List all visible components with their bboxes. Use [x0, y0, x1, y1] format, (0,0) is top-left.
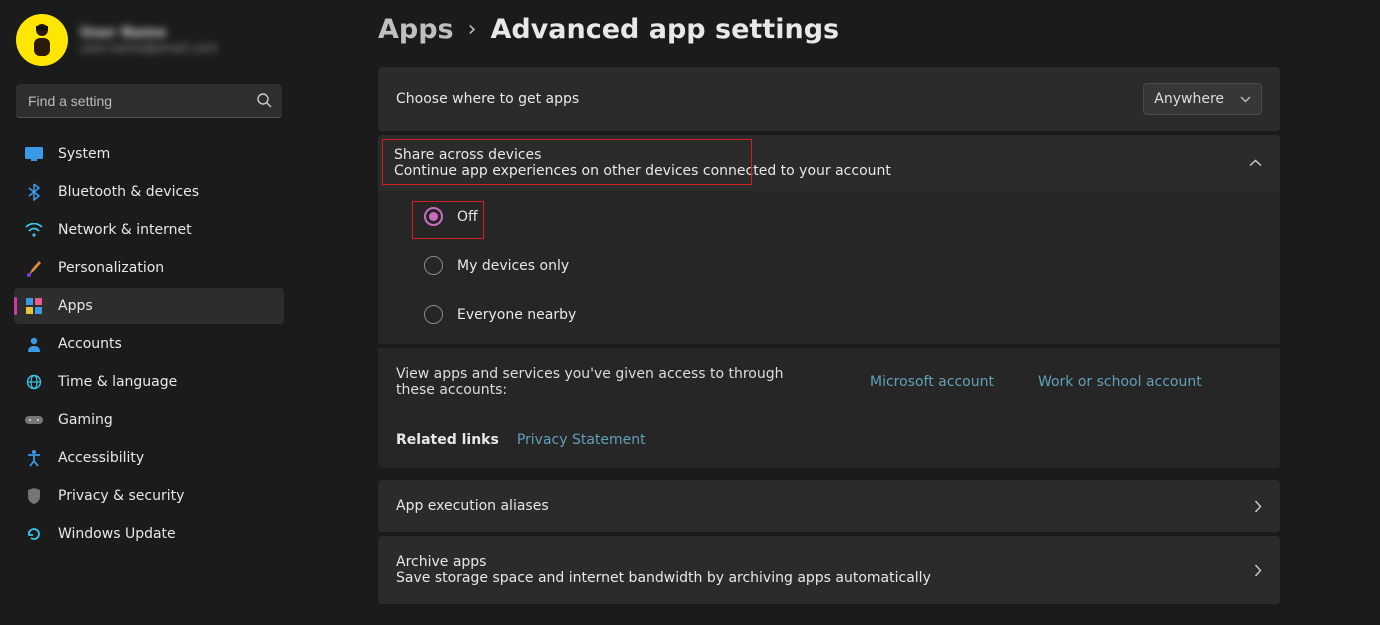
wifi-icon	[24, 223, 44, 237]
get-apps-selected: Anywhere	[1154, 91, 1224, 107]
get-apps-title: Choose where to get apps	[396, 91, 579, 107]
chevron-right-icon	[1254, 564, 1262, 577]
sidebar-item-label: System	[58, 146, 110, 162]
search-icon[interactable]	[256, 92, 272, 108]
main-content: Apps › Advanced app settings Choose wher…	[300, 0, 1380, 625]
sidebar-item-gaming[interactable]: Gaming	[14, 402, 284, 438]
profile-name: User Name	[80, 25, 217, 41]
archive-apps-row[interactable]: Archive apps Save storage space and inte…	[378, 536, 1280, 604]
sidebar-item-apps[interactable]: Apps	[14, 288, 284, 324]
accessibility-icon	[24, 449, 44, 467]
share-devices-header[interactable]: Share across devices Continue app experi…	[378, 135, 1280, 191]
chevron-up-icon	[1249, 159, 1262, 167]
radio-label: Everyone nearby	[457, 307, 576, 323]
profile-email: user.name@email.com	[80, 41, 217, 55]
apps-icon	[24, 298, 44, 314]
system-icon	[24, 147, 44, 161]
breadcrumb-parent[interactable]: Apps	[378, 14, 454, 45]
search-container	[16, 84, 282, 118]
sidebar-item-label: Privacy & security	[58, 488, 184, 504]
sidebar-item-bluetooth[interactable]: Bluetooth & devices	[14, 174, 284, 210]
profile-text: User Name user.name@email.com	[80, 25, 217, 55]
sidebar-item-label: Network & internet	[58, 222, 192, 238]
access-accounts-row: View apps and services you've given acce…	[378, 348, 1280, 416]
access-label: View apps and services you've given acce…	[396, 366, 826, 398]
update-icon	[24, 526, 44, 542]
radio-option-off[interactable]: Off	[424, 205, 1280, 228]
avatar	[16, 14, 68, 66]
privacy-statement-link[interactable]: Privacy Statement	[517, 432, 646, 448]
archive-apps-subtitle: Save storage space and internet bandwidt…	[396, 570, 931, 586]
globe-icon	[24, 374, 44, 390]
shield-icon	[24, 488, 44, 504]
work-school-account-link[interactable]: Work or school account	[1038, 374, 1202, 390]
brush-icon	[24, 259, 44, 277]
get-apps-dropdown[interactable]: Anywhere	[1143, 83, 1262, 115]
radio-label: My devices only	[457, 258, 569, 274]
get-apps-panel: Choose where to get apps Anywhere	[378, 67, 1280, 131]
app-execution-aliases-row[interactable]: App execution aliases	[378, 480, 1280, 532]
breadcrumb: Apps › Advanced app settings	[378, 14, 1280, 45]
radio-icon	[424, 305, 443, 324]
archive-apps-title: Archive apps	[396, 554, 931, 570]
radio-label: Off	[457, 209, 478, 225]
radio-icon	[424, 207, 443, 226]
sidebar-item-time-language[interactable]: Time & language	[14, 364, 284, 400]
related-links-title: Related links	[396, 432, 499, 448]
bluetooth-icon	[24, 183, 44, 201]
app-execution-aliases-panel: App execution aliases	[378, 480, 1280, 532]
sidebar-item-privacy[interactable]: Privacy & security	[14, 478, 284, 514]
person-icon	[24, 336, 44, 352]
gaming-icon	[24, 414, 44, 426]
sidebar-item-label: Windows Update	[58, 526, 176, 542]
chevron-right-icon	[1254, 500, 1262, 513]
share-devices-panel: Share across devices Continue app experi…	[378, 135, 1280, 344]
share-devices-subtitle: Continue app experiences on other device…	[394, 163, 891, 179]
chevron-down-icon	[1240, 96, 1251, 103]
share-devices-body: Off My devices only Everyone nearby	[378, 191, 1280, 344]
sidebar-item-label: Bluetooth & devices	[58, 184, 199, 200]
nav: System Bluetooth & devices Network & int…	[14, 136, 284, 552]
app-execution-aliases-title: App execution aliases	[396, 498, 549, 514]
sidebar-item-label: Accessibility	[58, 450, 144, 466]
archive-apps-panel: Archive apps Save storage space and inte…	[378, 536, 1280, 604]
page-title: Advanced app settings	[490, 14, 839, 45]
sidebar-item-personalization[interactable]: Personalization	[14, 250, 284, 286]
sidebar-item-system[interactable]: System	[14, 136, 284, 172]
breadcrumb-separator: ›	[468, 17, 477, 42]
sidebar-item-label: Gaming	[58, 412, 113, 428]
sidebar-item-accounts[interactable]: Accounts	[14, 326, 284, 362]
share-devices-title: Share across devices	[394, 147, 891, 163]
search-input[interactable]	[16, 84, 282, 118]
sidebar: User Name user.name@email.com System Blu…	[0, 0, 300, 625]
radio-option-everyone[interactable]: Everyone nearby	[424, 303, 1280, 326]
profile-block[interactable]: User Name user.name@email.com	[14, 14, 284, 66]
sidebar-item-network[interactable]: Network & internet	[14, 212, 284, 248]
sidebar-item-label: Accounts	[58, 336, 122, 352]
radio-option-my-devices[interactable]: My devices only	[424, 254, 1280, 277]
sidebar-item-windows-update[interactable]: Windows Update	[14, 516, 284, 552]
radio-icon	[424, 256, 443, 275]
sidebar-item-accessibility[interactable]: Accessibility	[14, 440, 284, 476]
sidebar-item-label: Personalization	[58, 260, 164, 276]
related-links-row: Related links Privacy Statement	[378, 416, 1280, 468]
sidebar-item-label: Apps	[58, 298, 93, 314]
sidebar-item-label: Time & language	[58, 374, 177, 390]
microsoft-account-link[interactable]: Microsoft account	[870, 374, 994, 390]
